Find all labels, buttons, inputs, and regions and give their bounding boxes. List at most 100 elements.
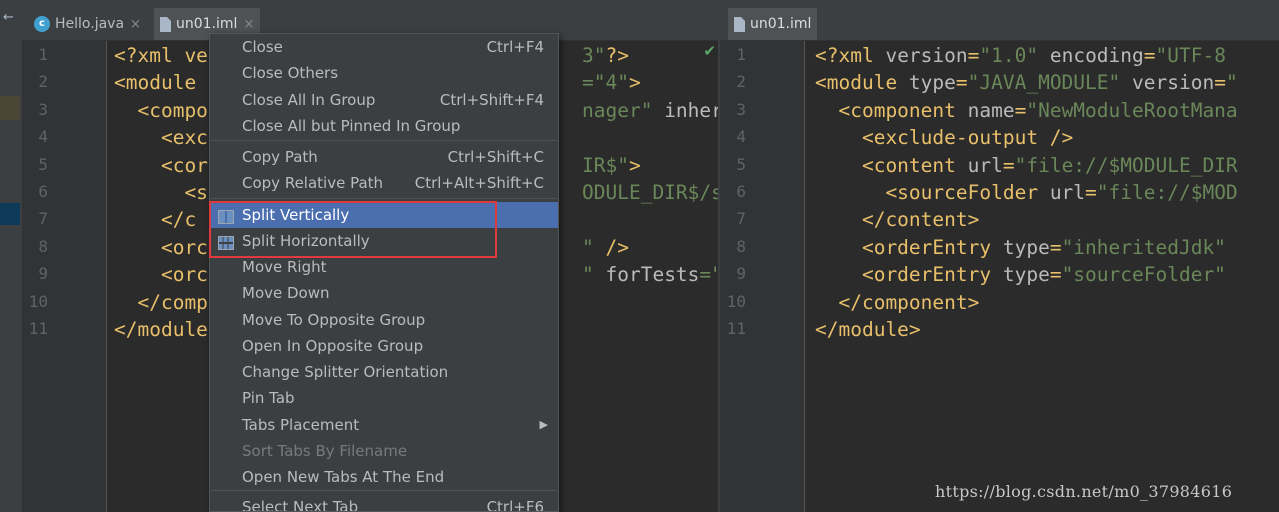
tab-hello-java[interactable]: c Hello.java ×: [28, 8, 147, 40]
submenu-arrow-icon: ▶: [539, 418, 548, 431]
code-line: </module>: [815, 316, 921, 343]
line-number: 11: [28, 319, 48, 338]
line-number: 2: [38, 72, 48, 92]
menu-item-shortcut: Ctrl+F6: [486, 498, 544, 512]
file-icon: [734, 16, 745, 32]
attribute-name: encoding: [1049, 44, 1144, 67]
menu-item-move-to-opposite-group[interactable]: Move To Opposite Group: [210, 307, 558, 333]
code-token: <orc: [114, 263, 208, 287]
code-line: </c: [114, 206, 196, 233]
code-line: <exc: [114, 124, 208, 151]
menu-item-split-horizontally[interactable]: Split Horizontally: [210, 228, 558, 254]
menu-item-label: Select Next Tab: [242, 498, 359, 512]
menu-item-move-right[interactable]: Move Right: [210, 254, 558, 280]
attribute-value: "file://$MOD: [1096, 181, 1238, 204]
code-line: <module: [114, 69, 208, 96]
code-token: <module: [114, 71, 208, 95]
menu-item-close-all-but-pinned-in-group[interactable]: Close All but Pinned In Group: [210, 113, 558, 139]
code-line-fragment: " forTests="f: [582, 263, 718, 287]
code-token: =: [1214, 71, 1226, 95]
code-token: <content: [815, 153, 968, 177]
code-line: <cor: [114, 152, 208, 179]
menu-item-copy-relative-path[interactable]: Copy Relative Path Ctrl+Alt+Shift+C: [210, 170, 558, 196]
code-line-fragment: IR$">: [582, 153, 641, 177]
code-line: </component>: [815, 289, 979, 316]
menu-item-label: Sort Tabs By Filename: [242, 442, 408, 460]
menu-item-label: Tabs Placement: [242, 416, 360, 434]
code-token: <component: [815, 98, 968, 122]
code-line: <content url="file://$MODULE_DIR: [815, 152, 1238, 179]
menu-item-tabs-placement[interactable]: Tabs Placement ▶: [210, 412, 558, 438]
menu-item-close-all-in-group[interactable]: Close All In Group Ctrl+Shift+F4: [210, 87, 558, 113]
attribute-value: "sourceFolder": [1061, 263, 1226, 287]
line-number: 3: [38, 99, 48, 119]
code-token: =: [1049, 235, 1062, 259]
line-number: 4: [736, 127, 746, 147]
code-token: <?xml ve: [114, 44, 208, 67]
line-number: 7: [38, 209, 48, 229]
code-token: <module: [815, 71, 909, 95]
right-editor-pane: un01.iml 1 2 3 4 5 6 7 8 9 10 11 <?xml version="1.…: [720, 0, 1279, 512]
code-token: =: [1143, 44, 1156, 67]
code-line: <?xml version="1.0" encoding="UTF-8: [815, 42, 1226, 69]
menu-item-label: Split Vertically: [242, 206, 350, 224]
attribute-name: name: [967, 98, 1015, 122]
code-token: <compo: [114, 98, 208, 122]
code-line: <module type="JAVA_MODULE" version=": [815, 69, 1238, 96]
menu-item-close[interactable]: Close Ctrl+F4: [210, 34, 558, 60]
menu-item-change-splitter-orientation[interactable]: Change Splitter Orientation: [210, 359, 558, 385]
menu-item-label: Split Horizontally: [242, 232, 370, 250]
menu-item-select-next-tab[interactable]: Select Next Tab Ctrl+F6: [210, 494, 558, 512]
menu-item-close-others[interactable]: Close Others: [210, 60, 558, 86]
menu-item-label: Open New Tabs At The End: [242, 468, 445, 486]
code-token: <?xml: [815, 44, 886, 67]
menu-item-split-vertically[interactable]: Split Vertically: [210, 202, 558, 228]
code-token: <orderEntry: [815, 263, 1003, 287]
attribute-name: url: [967, 153, 1003, 177]
right-tab-bar: un01.iml: [720, 0, 1279, 41]
line-number: 11: [726, 319, 746, 338]
code-token: </module: [114, 318, 208, 341]
code-line: <?xml ve: [114, 42, 208, 69]
code-token: =: [1049, 263, 1062, 287]
menu-item-label: Open In Opposite Group: [242, 337, 424, 355]
menu-separator: [211, 198, 557, 199]
line-number: 3: [736, 99, 746, 119]
code-token: =: [1014, 98, 1027, 122]
code-token: </component>: [815, 290, 980, 314]
line-number: 4: [38, 127, 48, 147]
menu-item-open-in-opposite-group[interactable]: Open In Opposite Group: [210, 333, 558, 359]
code-token: <orc: [114, 235, 208, 259]
attribute-value: "JAVA_MODULE": [967, 71, 1121, 95]
tab-label: un01.iml: [750, 16, 812, 32]
code-token: =: [967, 44, 980, 67]
menu-item-open-new-tabs-at-the-end[interactable]: Open New Tabs At The End: [210, 464, 558, 490]
line-number: 5: [736, 154, 746, 174]
code-token: <cor: [114, 153, 208, 177]
attribute-value: "NewModuleRootMana: [1026, 98, 1238, 122]
code-token: <orderEntry: [815, 235, 1003, 259]
tab-label: Hello.java: [55, 16, 125, 32]
tab-un01-iml-right[interactable]: un01.iml: [728, 8, 818, 40]
code-line: <s: [114, 179, 208, 206]
code-line-fragment: " />: [582, 235, 629, 259]
menu-item-label: Pin Tab: [242, 389, 295, 407]
line-number: 6: [38, 182, 48, 201]
line-number: 6: [736, 182, 746, 201]
close-tab-icon[interactable]: ×: [243, 17, 254, 32]
line-number: 9: [736, 264, 746, 284]
code-token: <s: [114, 181, 208, 204]
menu-item-move-down[interactable]: Move Down: [210, 280, 558, 306]
code-line: <sourceFolder url="file://$MOD: [815, 179, 1238, 206]
menu-item-label: Close All but Pinned In Group: [242, 117, 461, 135]
menu-item-label: Close All In Group: [242, 91, 376, 109]
back-arrow-icon[interactable]: ←: [3, 10, 14, 25]
menu-item-copy-path[interactable]: Copy Path Ctrl+Shift+C: [210, 144, 558, 170]
menu-item-label: Close: [242, 38, 283, 56]
close-tab-icon[interactable]: ×: [130, 17, 141, 32]
menu-item-pin-tab[interactable]: Pin Tab: [210, 385, 558, 411]
code-line-fragment: ODULE_DIR$/sr: [582, 181, 718, 204]
